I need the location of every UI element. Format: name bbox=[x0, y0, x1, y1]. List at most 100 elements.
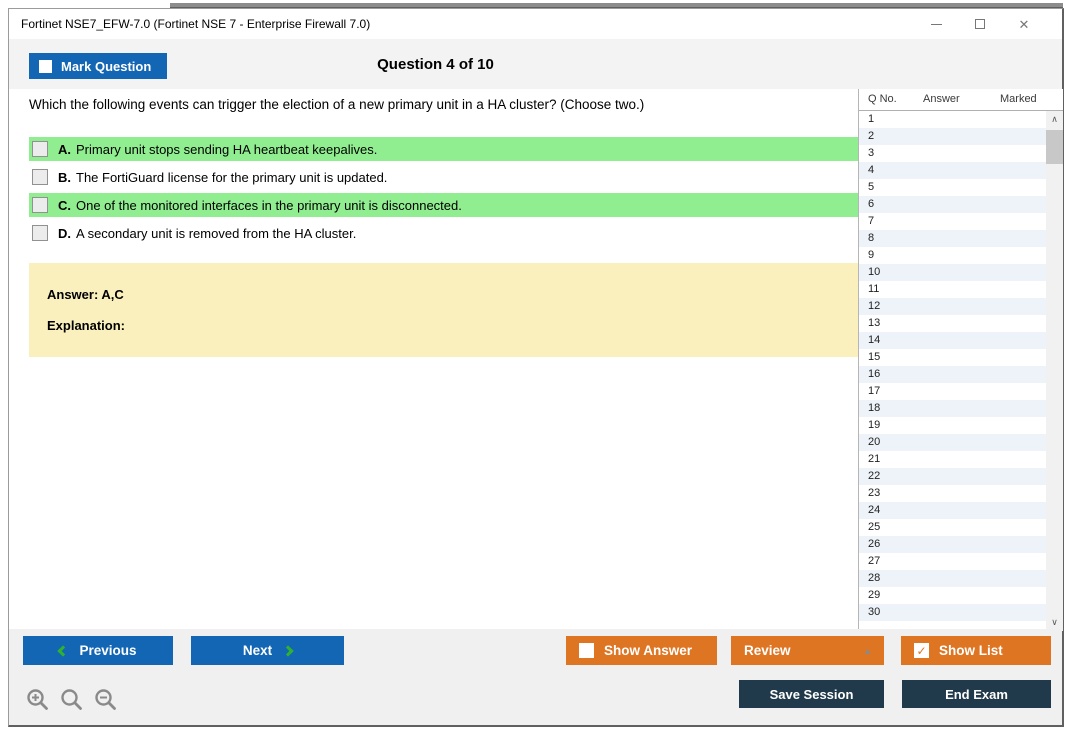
q-number: 29 bbox=[868, 589, 881, 601]
list-item[interactable]: 6 bbox=[859, 196, 1046, 213]
show-answer-button[interactable]: Show Answer bbox=[566, 636, 717, 665]
show-list-label: Show List bbox=[939, 643, 1003, 658]
q-number: 19 bbox=[868, 419, 881, 431]
option-c-checkbox[interactable] bbox=[32, 197, 48, 213]
q-number: 22 bbox=[868, 470, 881, 482]
review-label: Review bbox=[744, 643, 791, 658]
list-item[interactable]: 19 bbox=[859, 417, 1046, 434]
end-exam-button[interactable]: End Exam bbox=[902, 680, 1051, 708]
list-item[interactable]: 15 bbox=[859, 349, 1046, 366]
option-d-checkbox[interactable] bbox=[32, 225, 48, 241]
list-item[interactable]: 10 bbox=[859, 264, 1046, 281]
list-item[interactable]: 30 bbox=[859, 604, 1046, 621]
list-item[interactable]: 13 bbox=[859, 315, 1046, 332]
zoom-out-icon[interactable] bbox=[93, 687, 119, 713]
save-session-button[interactable]: Save Session bbox=[739, 680, 884, 708]
zoom-reset-icon[interactable] bbox=[59, 687, 85, 713]
option-row-d[interactable]: D. A secondary unit is removed from the … bbox=[29, 221, 859, 245]
maximize-button[interactable] bbox=[972, 16, 988, 32]
question-list-panel: Q No. Answer Marked 1 2 3 4 5 6 7 8 9 10 11 12 13 14 1… bbox=[858, 89, 1063, 631]
list-item[interactable]: 25 bbox=[859, 519, 1046, 536]
header-strip: Mark Question Question 4 of 10 bbox=[9, 39, 1062, 89]
list-item[interactable]: 7 bbox=[859, 213, 1046, 230]
q-number: 10 bbox=[868, 266, 881, 278]
q-number: 6 bbox=[868, 198, 875, 210]
answer-panel: Answer: A,C Explanation: bbox=[29, 263, 859, 357]
list-item[interactable]: 4 bbox=[859, 162, 1046, 179]
close-button[interactable]: ✕ bbox=[1016, 16, 1032, 32]
window-controls: ✕ bbox=[928, 16, 1050, 32]
q-number: 2 bbox=[868, 130, 875, 142]
list-item[interactable]: 26 bbox=[859, 536, 1046, 553]
previous-button[interactable]: Previous bbox=[23, 636, 173, 665]
column-header-answer: Answer bbox=[923, 93, 960, 105]
previous-label: Previous bbox=[79, 643, 137, 658]
q-number: 13 bbox=[868, 317, 881, 329]
scrollbar-thumb[interactable] bbox=[1046, 130, 1063, 164]
window-title: Fortinet NSE7_EFW-7.0 (Fortinet NSE 7 - … bbox=[21, 17, 371, 31]
q-number: 30 bbox=[868, 606, 881, 618]
show-list-button[interactable]: ✓ Show List bbox=[901, 636, 1051, 665]
option-row-b[interactable]: B. The FortiGuard license for the primar… bbox=[29, 165, 859, 189]
q-number: 18 bbox=[868, 402, 881, 414]
q-number: 21 bbox=[868, 453, 881, 465]
list-item[interactable]: 16 bbox=[859, 366, 1046, 383]
q-number: 28 bbox=[868, 572, 881, 584]
q-number: 12 bbox=[868, 300, 881, 312]
option-c-text: One of the monitored interfaces in the p… bbox=[76, 197, 462, 213]
option-row-a[interactable]: A. Primary unit stops sending HA heartbe… bbox=[29, 137, 859, 161]
caret-up-icon: ▲ bbox=[863, 645, 872, 656]
list-item[interactable]: 20 bbox=[859, 434, 1046, 451]
options-list: A. Primary unit stops sending HA heartbe… bbox=[29, 137, 859, 249]
list-item[interactable]: 9 bbox=[859, 247, 1046, 264]
zoom-in-icon[interactable] bbox=[25, 687, 51, 713]
option-d-letter: D. bbox=[58, 225, 71, 241]
bottom-toolbar: Previous Next Show Answer Review ▲ ✓ Sho… bbox=[9, 629, 1062, 725]
list-item[interactable]: 17 bbox=[859, 383, 1046, 400]
show-list-checkbox[interactable]: ✓ bbox=[914, 643, 929, 658]
list-item[interactable]: 2 bbox=[859, 128, 1046, 145]
list-item[interactable]: 23 bbox=[859, 485, 1046, 502]
question-list-header: Q No. Answer Marked bbox=[859, 89, 1063, 111]
list-item[interactable]: 29 bbox=[859, 587, 1046, 604]
review-dropdown-button[interactable]: Review ▲ bbox=[731, 636, 884, 665]
list-item[interactable]: 12 bbox=[859, 298, 1046, 315]
minimize-button[interactable] bbox=[928, 16, 944, 32]
list-item[interactable]: 24 bbox=[859, 502, 1046, 519]
minimize-icon bbox=[930, 23, 942, 25]
list-item[interactable]: 1 bbox=[859, 111, 1046, 128]
column-header-qno: Q No. bbox=[868, 93, 897, 105]
show-answer-checkbox[interactable] bbox=[579, 643, 594, 658]
list-item[interactable]: 27 bbox=[859, 553, 1046, 570]
q-number: 27 bbox=[868, 555, 881, 567]
title-bar: Fortinet NSE7_EFW-7.0 (Fortinet NSE 7 - … bbox=[9, 9, 1062, 39]
next-button[interactable]: Next bbox=[191, 636, 344, 665]
answer-text: Answer: A,C bbox=[47, 287, 124, 302]
list-item[interactable]: 21 bbox=[859, 451, 1046, 468]
list-item[interactable]: 11 bbox=[859, 281, 1046, 298]
maximize-icon bbox=[975, 19, 985, 29]
q-number: 17 bbox=[868, 385, 881, 397]
next-label: Next bbox=[242, 643, 273, 658]
q-number: 23 bbox=[868, 487, 881, 499]
q-number: 3 bbox=[868, 147, 875, 159]
option-a-letter: A. bbox=[58, 141, 71, 157]
scroll-up-icon[interactable]: ∧ bbox=[1046, 111, 1063, 128]
list-item[interactable]: 5 bbox=[859, 179, 1046, 196]
q-number: 7 bbox=[868, 215, 875, 227]
chevron-right-icon bbox=[282, 644, 294, 657]
list-item[interactable]: 8 bbox=[859, 230, 1046, 247]
q-number: 26 bbox=[868, 538, 881, 550]
option-row-c[interactable]: C. One of the monitored interfaces in th… bbox=[29, 193, 859, 217]
list-item[interactable]: 18 bbox=[859, 400, 1046, 417]
question-list-scrollbar[interactable]: ∧ ∨ bbox=[1046, 111, 1063, 631]
option-b-checkbox[interactable] bbox=[32, 169, 48, 185]
option-a-checkbox[interactable] bbox=[32, 141, 48, 157]
q-number: 9 bbox=[868, 249, 875, 261]
explanation-label: Explanation: bbox=[47, 318, 126, 333]
list-item[interactable]: 3 bbox=[859, 145, 1046, 162]
list-item[interactable]: 14 bbox=[859, 332, 1046, 349]
q-number: 4 bbox=[868, 164, 875, 176]
list-item[interactable]: 28 bbox=[859, 570, 1046, 587]
list-item[interactable]: 22 bbox=[859, 468, 1046, 485]
